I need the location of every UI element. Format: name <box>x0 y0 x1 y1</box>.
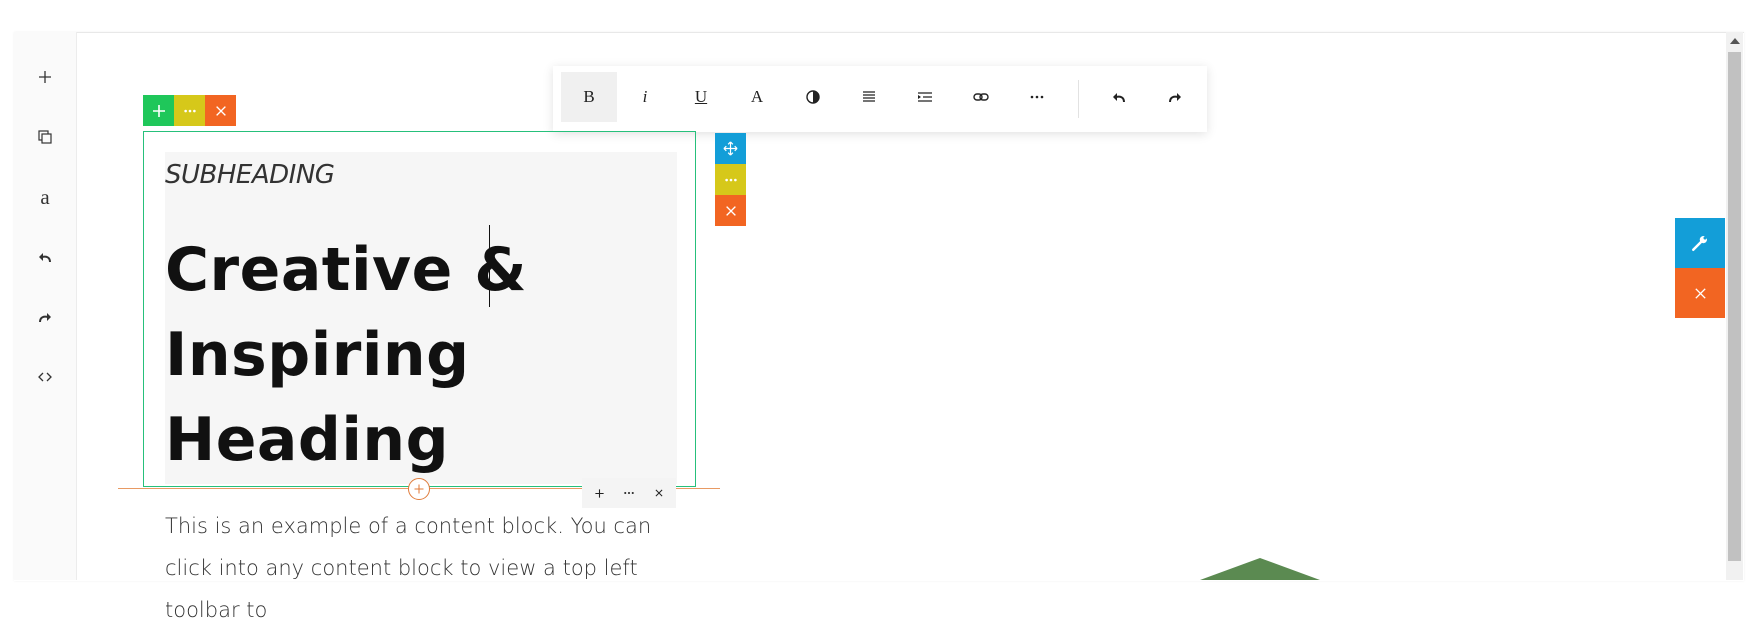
scroll-up-arrow-icon[interactable] <box>1730 38 1740 44</box>
italic-label: i <box>642 87 648 106</box>
redo-icon <box>1169 93 1181 103</box>
insert-block-button[interactable] <box>408 478 430 500</box>
text-formatting-toolbar: B i U A <box>553 66 1207 132</box>
bold-label: B <box>583 87 595 106</box>
settings-button[interactable] <box>1675 218 1725 268</box>
html-view-button[interactable] <box>14 357 76 397</box>
underline-button[interactable]: U <box>673 72 729 122</box>
row-add-button[interactable] <box>143 95 174 126</box>
text-cursor <box>489 225 490 307</box>
undo-button[interactable] <box>14 237 76 277</box>
add-element-button[interactable] <box>14 57 76 97</box>
indent-button[interactable] <box>897 72 953 122</box>
indent-icon <box>918 92 932 102</box>
more-icon <box>624 491 634 495</box>
plus-icon <box>594 488 604 498</box>
italic-button[interactable]: i <box>617 72 673 122</box>
more-icon <box>1030 95 1044 99</box>
row-more-button[interactable] <box>174 95 205 126</box>
more-button[interactable] <box>1009 72 1065 122</box>
close-icon <box>215 105 226 116</box>
undo-icon <box>1113 93 1125 103</box>
duplicate-button[interactable] <box>14 117 76 157</box>
paragraph-button[interactable] <box>841 72 897 122</box>
block-mini-toolbar <box>582 478 676 508</box>
align-icon <box>863 91 875 102</box>
more-icon <box>724 178 737 181</box>
color-button[interactable] <box>785 72 841 122</box>
block-add-button[interactable] <box>584 478 614 508</box>
typography-button[interactable]: a <box>14 177 76 217</box>
plus-icon <box>152 104 165 117</box>
mountain-image <box>1200 558 1320 580</box>
move-icon <box>723 141 738 156</box>
close-icon <box>725 205 736 216</box>
font-label: A <box>750 87 764 106</box>
toolbar-separator <box>1078 80 1079 118</box>
plus-icon <box>414 484 424 494</box>
copy-icon <box>38 130 52 144</box>
typography-label: a <box>40 184 50 209</box>
contrast-icon <box>806 90 820 104</box>
wrench-icon <box>1692 236 1707 251</box>
close-icon <box>1694 287 1706 299</box>
plus-icon <box>39 71 51 83</box>
close-icon <box>655 489 663 497</box>
link-icon <box>973 93 989 101</box>
redo-icon <box>39 313 51 323</box>
content-paragraph[interactable]: This is an example of a content block. Y… <box>165 505 665 631</box>
more-icon <box>183 109 196 112</box>
toolbar-undo-button[interactable] <box>1091 72 1147 122</box>
vertical-scrollbar[interactable] <box>1726 32 1743 580</box>
close-panel-button[interactable] <box>1675 268 1725 318</box>
column-delete-button[interactable] <box>715 195 746 226</box>
row-delete-button[interactable] <box>205 95 236 126</box>
main-heading-text[interactable]: Creative & Inspiring Heading <box>165 228 685 483</box>
left-sidebar: a <box>14 32 77 580</box>
underline-label: U <box>694 87 708 106</box>
font-button[interactable]: A <box>729 72 785 122</box>
scroll-thumb[interactable] <box>1728 52 1741 561</box>
redo-button[interactable] <box>14 297 76 337</box>
toolbar-redo-button[interactable] <box>1147 72 1203 122</box>
block-delete-button[interactable] <box>644 478 674 508</box>
column-move-button[interactable] <box>715 133 746 164</box>
bold-button[interactable]: B <box>561 72 617 122</box>
undo-icon <box>39 253 51 263</box>
block-more-button[interactable] <box>614 478 644 508</box>
code-icon <box>38 372 52 382</box>
link-button[interactable] <box>953 72 1009 122</box>
subheading-text[interactable]: SUBHEADING <box>165 160 335 190</box>
column-more-button[interactable] <box>715 164 746 195</box>
